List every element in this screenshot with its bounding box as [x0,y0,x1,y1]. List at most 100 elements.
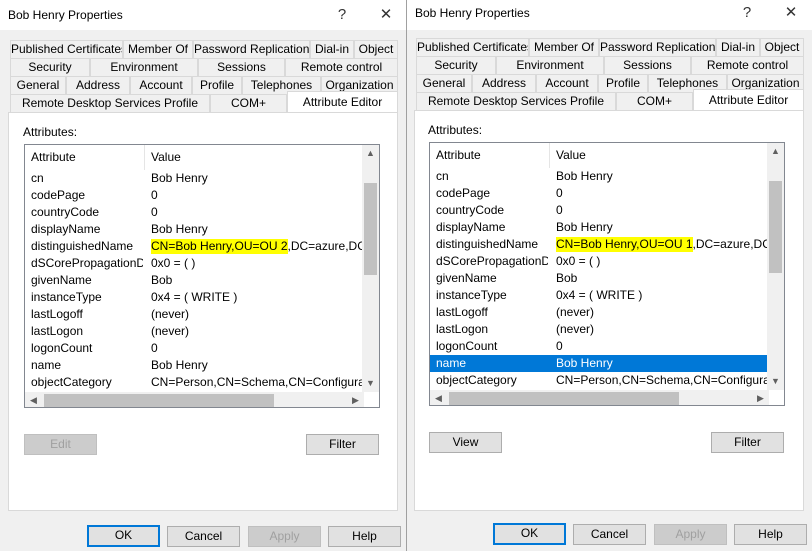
edit-button[interactable]: Edit [24,434,97,455]
view-button[interactable]: View [429,432,502,453]
list-item[interactable]: objectCategory CN=Person,CN=Schema,CN=Con… [25,374,379,391]
horizontal-scroll-thumb[interactable] [44,394,274,407]
horizontal-scrollbar[interactable]: ◀ ▶ [430,390,769,405]
column-header-attribute[interactable]: Attribute [436,148,481,162]
scroll-up-icon[interactable]: ▲ [362,145,379,162]
list-item[interactable]: instanceType 0x4 = ( WRITE ) [25,289,364,306]
filter-button[interactable]: Filter [711,432,784,453]
tab-address[interactable]: Address [66,76,130,94]
tab-member-of[interactable]: Member Of [529,38,599,56]
apply-button[interactable]: Apply [248,526,321,547]
tab-published-certificates[interactable]: Published Certificates [416,38,529,56]
list-item[interactable]: codePage 0 [430,185,769,202]
scroll-right-icon[interactable]: ▶ [347,392,364,407]
list-item[interactable]: dSCorePropagationD... 0x0 = ( ) [25,255,364,272]
column-header-attribute[interactable]: Attribute [31,150,76,164]
list-item[interactable]: distinguishedName CN=Bob Henry,OU=OU 2,DC… [25,238,379,255]
ok-button[interactable]: OK [493,523,566,545]
scroll-down-icon[interactable]: ▼ [767,373,784,390]
tab-dial-in[interactable]: Dial-in [716,38,760,56]
list-item[interactable]: name Bob Henry [25,357,364,374]
scroll-down-icon[interactable]: ▼ [362,375,379,392]
tab-address[interactable]: Address [472,74,536,92]
help-button[interactable]: Help [328,526,401,547]
tab-com-plus[interactable]: COM+ [616,92,693,110]
list-item[interactable]: lastLogon (never) [430,321,769,338]
list-item[interactable]: name Bob Henry [430,355,769,372]
tab-account[interactable]: Account [130,76,192,94]
tab-account[interactable]: Account [536,74,598,92]
vertical-scrollbar[interactable]: ▲ ▼ [767,143,784,390]
filter-button[interactable]: Filter [306,434,379,455]
title-bar: Bob Henry Properties ? ✕ [0,0,406,30]
tab-remote-control[interactable]: Remote control [691,56,804,74]
help-icon[interactable]: ? [330,4,354,26]
list-item[interactable]: codePage 0 [25,187,364,204]
attributes-list[interactable]: Attribute Value cn Bob Henry codePage 0 coun… [429,142,785,406]
apply-button[interactable]: Apply [654,524,727,545]
column-header-value[interactable]: Value [556,148,586,162]
list-item[interactable]: objectCategory CN=Person,CN=Schema,CN=Con… [430,372,784,389]
tab-general[interactable]: General [10,76,66,94]
tab-password-replication[interactable]: Password Replication [599,38,716,56]
tab-object[interactable]: Object [760,38,804,56]
tab-profile[interactable]: Profile [598,74,648,92]
tab-published-certificates[interactable]: Published Certificates [10,40,123,58]
attributes-list[interactable]: Attribute Value cn Bob Henry codePage 0 coun… [24,144,380,408]
tab-security[interactable]: Security [416,56,496,74]
list-item[interactable]: givenName Bob [25,272,364,289]
list-item[interactable]: instanceType 0x4 = ( WRITE ) [430,287,769,304]
column-divider[interactable] [549,143,550,168]
horizontal-scrollbar[interactable]: ◀ ▶ [25,392,364,407]
tab-com-plus[interactable]: COM+ [210,94,287,112]
list-item[interactable]: countryCode 0 [25,204,364,221]
list-item[interactable]: countryCode 0 [430,202,769,219]
help-button[interactable]: Help [734,524,807,545]
tab-dial-in[interactable]: Dial-in [310,40,354,58]
list-item[interactable]: logonCount 0 [430,338,769,355]
scroll-up-icon[interactable]: ▲ [767,143,784,160]
tab-sessions[interactable]: Sessions [198,58,285,76]
cancel-button[interactable]: Cancel [573,524,646,545]
tab-environment[interactable]: Environment [90,58,198,76]
list-item[interactable]: displayName Bob Henry [430,219,769,236]
tab-remote-control[interactable]: Remote control [285,58,398,76]
scroll-left-icon[interactable]: ◀ [25,392,42,407]
tab-profile[interactable]: Profile [192,76,242,94]
list-item[interactable]: lastLogoff (never) [25,306,364,323]
vertical-scroll-thumb[interactable] [364,183,377,275]
horizontal-scroll-thumb[interactable] [449,392,679,405]
list-item[interactable]: distinguishedName CN=Bob Henry,OU=OU 1,DC… [430,236,784,253]
tab-sessions[interactable]: Sessions [604,56,691,74]
list-item[interactable]: logonCount 0 [25,340,364,357]
scroll-left-icon[interactable]: ◀ [430,390,447,405]
attribute-name: name [436,356,467,370]
list-item[interactable]: lastLogoff (never) [430,304,769,321]
column-divider[interactable] [144,145,145,170]
list-item[interactable]: displayName Bob Henry [25,221,364,238]
tab-object[interactable]: Object [354,40,398,58]
vertical-scrollbar[interactable]: ▲ ▼ [362,145,379,392]
column-header-value[interactable]: Value [151,150,181,164]
tab-password-replication[interactable]: Password Replication [193,40,310,58]
help-icon[interactable]: ? [735,2,759,24]
list-item[interactable]: givenName Bob [430,270,769,287]
vertical-scroll-thumb[interactable] [769,181,782,273]
scroll-right-icon[interactable]: ▶ [752,390,769,405]
tab-general[interactable]: General [416,74,472,92]
tab-remote-desktop-services-profile[interactable]: Remote Desktop Services Profile [416,92,616,110]
close-icon[interactable]: ✕ [374,4,398,26]
cancel-button[interactable]: Cancel [167,526,240,547]
tab-attribute-editor[interactable]: Attribute Editor [287,91,398,112]
list-item[interactable]: lastLogon (never) [25,323,364,340]
tab-remote-desktop-services-profile[interactable]: Remote Desktop Services Profile [10,94,210,112]
list-item[interactable]: cn Bob Henry [25,170,364,187]
tab-attribute-editor[interactable]: Attribute Editor [693,89,804,110]
tab-security[interactable]: Security [10,58,90,76]
close-icon[interactable]: ✕ [779,2,803,24]
list-item[interactable]: dSCorePropagationD... 0x0 = ( ) [430,253,769,270]
tab-member-of[interactable]: Member Of [123,40,193,58]
list-item[interactable]: cn Bob Henry [430,168,769,185]
tab-environment[interactable]: Environment [496,56,604,74]
ok-button[interactable]: OK [87,525,160,547]
